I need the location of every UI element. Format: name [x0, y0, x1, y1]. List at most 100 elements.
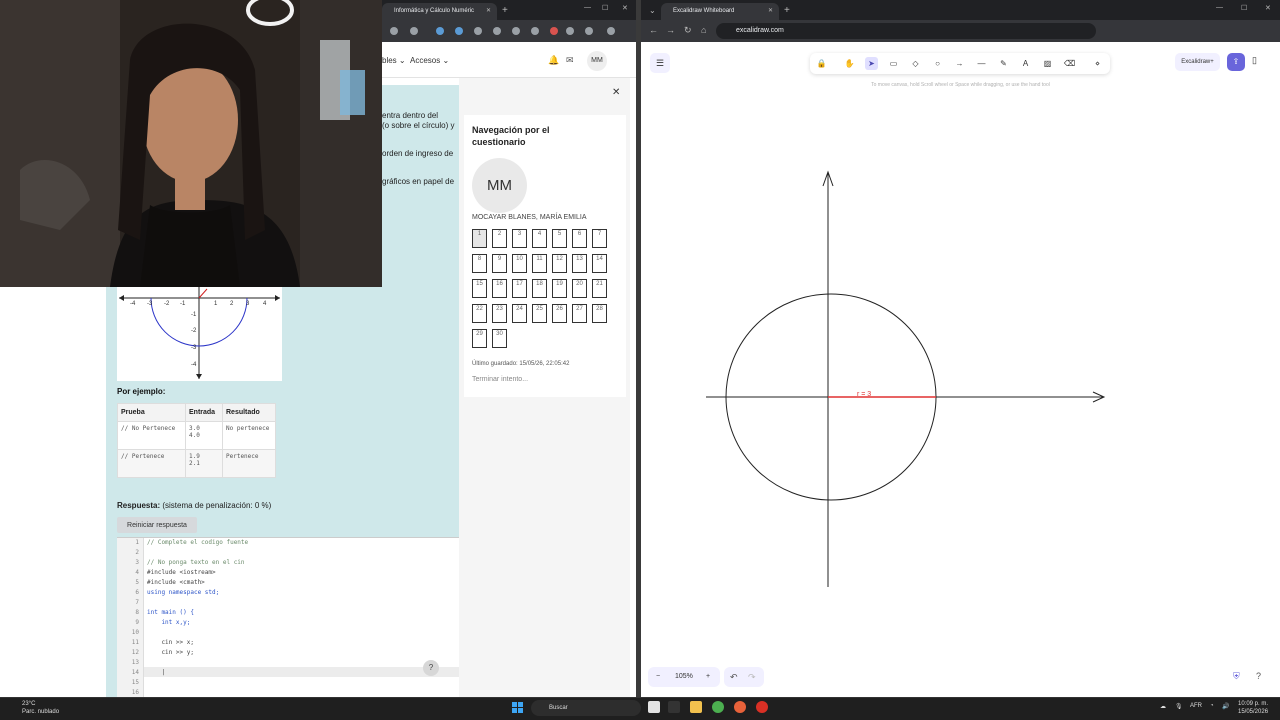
- hamburger-menu-button[interactable]: ☰: [650, 53, 670, 73]
- question-nav-button[interactable]: 27: [572, 304, 587, 323]
- question-nav-button[interactable]: 26: [552, 304, 567, 323]
- rectangle-tool-icon[interactable]: ▭: [887, 57, 900, 70]
- extension-icon[interactable]: [550, 27, 558, 35]
- extension-icon[interactable]: [493, 27, 501, 35]
- question-nav-button[interactable]: 13: [572, 254, 587, 273]
- question-nav-button[interactable]: 3: [512, 229, 527, 248]
- reset-answer-button[interactable]: Reiniciar respuesta: [117, 517, 197, 533]
- image-tool-icon[interactable]: ▨: [1041, 57, 1054, 70]
- question-nav-button[interactable]: 5: [552, 229, 567, 248]
- extension-icon[interactable]: [390, 27, 398, 35]
- reload-icon[interactable]: ↻: [684, 25, 692, 36]
- close-window-icon[interactable]: ✕: [622, 4, 628, 12]
- keyboard-language[interactable]: AFR: [1190, 703, 1202, 709]
- hand-tool-icon[interactable]: ✋: [843, 57, 856, 70]
- code-line[interactable]: 14 |: [117, 668, 459, 678]
- question-nav-button[interactable]: 14: [592, 254, 607, 273]
- more-tools-icon[interactable]: ⋄: [1091, 57, 1104, 70]
- question-nav-button[interactable]: 8: [472, 254, 487, 273]
- zoom-in-button[interactable]: +: [706, 667, 710, 687]
- taskbar-search[interactable]: Buscar: [531, 700, 641, 716]
- code-line[interactable]: 1 // Complete el codigo fuente: [117, 538, 459, 548]
- question-nav-button[interactable]: 25: [532, 304, 547, 323]
- code-line[interactable]: 11 cin >> x;: [117, 638, 459, 648]
- share-icon[interactable]: ⇪: [1227, 53, 1245, 71]
- excalidraw-plus-button[interactable]: Excalidraw+: [1175, 53, 1220, 71]
- question-nav-button[interactable]: 15: [472, 279, 487, 298]
- arrow-tool-icon[interactable]: →: [953, 57, 966, 70]
- close-icon[interactable]: ✕: [768, 3, 773, 20]
- question-nav-button[interactable]: 29: [472, 329, 487, 348]
- undo-icon[interactable]: ↶: [730, 667, 738, 687]
- excalidraw-canvas[interactable]: r = 3: [641, 90, 1280, 650]
- tab-menu-icon[interactable]: ⌄: [649, 3, 656, 18]
- close-window-icon[interactable]: ✕: [1265, 4, 1271, 12]
- code-line[interactable]: 3 // No ponga texto en el cin: [117, 558, 459, 568]
- extension-icon[interactable]: [455, 27, 463, 35]
- bell-icon[interactable]: 🔔: [548, 55, 559, 66]
- maximize-icon[interactable]: ☐: [1241, 4, 1247, 12]
- question-nav-button[interactable]: 1: [472, 229, 487, 248]
- code-line[interactable]: 8 int main () {: [117, 608, 459, 618]
- code-line[interactable]: 5 #include <cmath>: [117, 578, 459, 588]
- code-line[interactable]: 9 int x,y;: [117, 618, 459, 628]
- wifi-icon[interactable]: ◔: [1210, 703, 1214, 709]
- back-icon[interactable]: ←: [649, 25, 658, 35]
- question-nav-button[interactable]: 12: [552, 254, 567, 273]
- extension-icon[interactable]: [512, 27, 520, 35]
- lock-icon[interactable]: 🔒: [815, 57, 828, 70]
- question-nav-button[interactable]: 2: [492, 229, 507, 248]
- question-nav-button[interactable]: 9: [492, 254, 507, 273]
- code-line[interactable]: 10: [117, 628, 459, 638]
- question-nav-button[interactable]: 10: [512, 254, 527, 273]
- question-nav-button[interactable]: 18: [532, 279, 547, 298]
- question-nav-button[interactable]: 20: [572, 279, 587, 298]
- code-editor[interactable]: 1 // Complete el codigo fuente 2 3 // No pon…: [117, 537, 459, 697]
- extension-icon[interactable]: [566, 27, 574, 35]
- close-icon[interactable]: ✕: [612, 87, 620, 98]
- question-nav-button[interactable]: 11: [532, 254, 547, 273]
- question-nav-button[interactable]: 7: [592, 229, 607, 248]
- question-nav-button[interactable]: 19: [552, 279, 567, 298]
- minimize-icon[interactable]: —: [1216, 4, 1223, 11]
- ellipse-tool-icon[interactable]: ○: [931, 57, 944, 70]
- menu-item-accesos[interactable]: Accesos ⌄: [410, 56, 449, 65]
- question-nav-button[interactable]: 30: [492, 329, 507, 348]
- question-nav-button[interactable]: 22: [472, 304, 487, 323]
- code-line[interactable]: 15: [117, 678, 459, 688]
- question-nav-button[interactable]: 23: [492, 304, 507, 323]
- question-nav-button[interactable]: 4: [532, 229, 547, 248]
- code-line[interactable]: 12 cin >> y;: [117, 648, 459, 658]
- zoom-out-button[interactable]: −: [656, 667, 660, 687]
- code-line[interactable]: 2: [117, 548, 459, 558]
- pencil-tool-icon[interactable]: ✎: [997, 57, 1010, 70]
- user-avatar[interactable]: MM: [587, 51, 607, 71]
- task-view-icon[interactable]: [648, 701, 660, 713]
- url-field[interactable]: excalidraw.com: [716, 23, 1096, 39]
- tab-moodle[interactable]: Informática y Cálculo Numéric ✕: [382, 3, 497, 20]
- code-line[interactable]: 7: [117, 598, 459, 608]
- chat-icon[interactable]: ✉: [566, 55, 574, 66]
- finish-attempt-link[interactable]: Terminar intento...: [472, 376, 528, 383]
- question-nav-button[interactable]: 21: [592, 279, 607, 298]
- line-tool-icon[interactable]: —: [975, 57, 988, 70]
- system-clock[interactable]: 10:09 p. m. 15/05/2026: [1238, 700, 1268, 716]
- network-icon[interactable]: ☁: [1160, 703, 1166, 710]
- minimize-icon[interactable]: —: [584, 4, 591, 11]
- pen-icon[interactable]: [436, 27, 444, 35]
- star-icon[interactable]: [410, 27, 418, 35]
- new-tab-icon[interactable]: +: [502, 3, 508, 18]
- question-nav-button[interactable]: 17: [512, 279, 527, 298]
- volume-icon[interactable]: 🔊: [1222, 703, 1229, 710]
- menu-item-modules[interactable]: bles ⌄: [382, 56, 406, 65]
- extension-icon[interactable]: [585, 27, 593, 35]
- code-line[interactable]: 6 using namespace std;: [117, 588, 459, 598]
- question-nav-button[interactable]: 6: [572, 229, 587, 248]
- forward-icon[interactable]: →: [666, 25, 675, 35]
- new-tab-icon[interactable]: +: [784, 3, 790, 18]
- file-explorer-icon[interactable]: [690, 701, 702, 713]
- zoom-level[interactable]: 105%: [675, 667, 693, 687]
- selection-tool-icon[interactable]: ➤: [865, 57, 878, 70]
- widgets-icon[interactable]: [668, 701, 680, 713]
- tab-excalidraw[interactable]: Excalidraw Whiteboard ✕: [661, 3, 779, 20]
